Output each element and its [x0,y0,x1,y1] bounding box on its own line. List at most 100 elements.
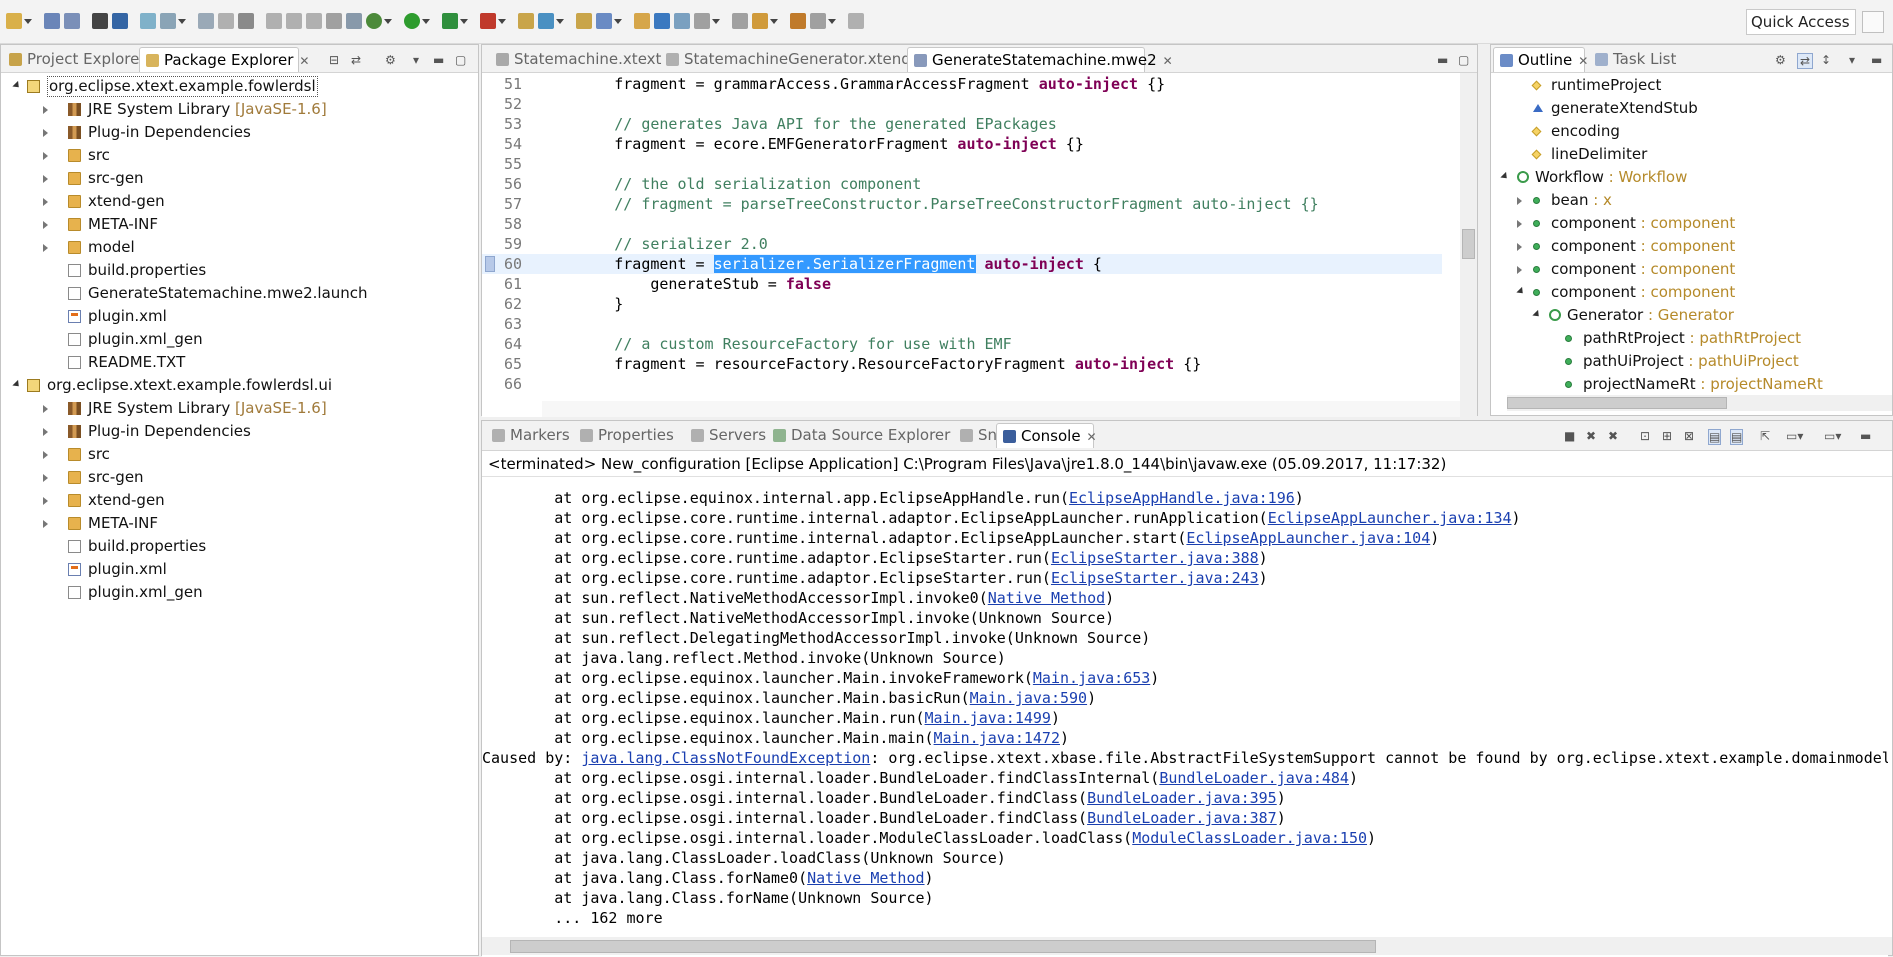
minimize-icon[interactable]: ▬ [1860,429,1871,443]
open-type-icon[interactable] [576,13,592,29]
tree-item[interactable]: JRE System Library [JavaSE-1.6] [1,98,471,121]
sort-alpha-icon[interactable]: ↕ [1821,53,1831,67]
outline-item[interactable]: encoding [1491,120,1891,143]
minimize-icon[interactable]: ▬ [433,53,444,67]
collapsed-twisty-icon[interactable] [43,474,48,482]
console-link[interactable]: BundleLoader.java:395 [1087,789,1277,807]
console-link[interactable]: EclipseStarter.java:243 [1051,569,1259,587]
collapsed-twisty-icon[interactable] [1517,266,1522,274]
perspective-icon[interactable] [1862,11,1884,33]
outline-item[interactable]: component : component [1491,281,1891,304]
tab-generate-statemachine[interactable]: GenerateStatemachine.mwe2 ✕ [907,47,1173,72]
close-icon[interactable]: ✕ [299,54,309,68]
collapsed-twisty-icon[interactable] [43,244,48,252]
link-icon[interactable]: ⇄ [1797,53,1814,69]
forward-icon[interactable] [810,13,826,29]
tab-task-list[interactable]: Task List [1589,47,1689,72]
console-link[interactable]: Main.java:1499 [925,709,1051,727]
console-link[interactable]: Main.java:653 [1033,669,1150,687]
word-wrap-icon[interactable]: ⊠ [1684,429,1694,443]
previous-annotation-icon[interactable] [732,13,748,29]
external-tools-icon[interactable] [480,13,496,29]
collapsed-twisty-icon[interactable] [43,428,48,436]
maximize-icon[interactable]: ▢ [455,53,466,67]
tree-item[interactable]: src [1,443,471,466]
search-icon[interactable] [634,13,650,29]
outline-item[interactable]: component : component [1491,258,1891,281]
outline-item[interactable]: Workflow : Workflow [1491,166,1891,189]
fold-marker-icon[interactable] [485,256,495,272]
view-menu-icon[interactable]: ⚙ [385,53,396,67]
save-all-icon[interactable] [64,13,80,29]
chevron-down-icon[interactable] [178,19,186,24]
maximize-icon[interactable]: ▢ [1458,53,1469,67]
tab-outline[interactable]: Outline ✕ [1493,47,1588,72]
tree-item[interactable]: src-gen [1,466,471,489]
expanded-twisty-icon[interactable] [1500,171,1510,182]
outline-item[interactable]: component : component [1491,212,1891,235]
collapsed-twisty-icon[interactable] [43,106,48,114]
new-java-project-icon[interactable] [518,13,534,29]
remove-all-icon[interactable]: ✖ [1608,429,1618,443]
pin-editor-icon[interactable] [848,13,864,29]
collapsed-twisty-icon[interactable] [43,129,48,137]
collapsed-twisty-icon[interactable] [43,152,48,160]
chevron-down-icon[interactable]: ▾ [1849,53,1855,67]
tab-data-source-explorer[interactable]: Data Source Explorer [767,423,952,448]
quick-access-input[interactable]: Quick Access [1746,9,1856,35]
outline-horizontal-scrollbar[interactable] [1507,395,1892,411]
debug-icon[interactable] [366,13,382,29]
console-link[interactable]: Main.java:590 [970,689,1087,707]
suspend-icon[interactable] [198,13,214,29]
tree-item[interactable]: JRE System Library [JavaSE-1.6] [1,397,471,420]
tree-item[interactable]: Plug-in Dependencies [1,420,471,443]
terminate-icon[interactable] [218,13,234,29]
collapsed-twisty-icon[interactable] [43,198,48,206]
coverage-icon[interactable] [442,13,458,29]
console-output[interactable]: at org.eclipse.equinox.internal.app.Ecli… [482,485,1888,957]
collapse-all-icon[interactable]: ⊟ [329,53,339,67]
remove-launch-icon[interactable]: ✖ [1586,429,1596,443]
outline-item[interactable]: Generator : Generator [1491,304,1891,327]
expanded-twisty-icon[interactable] [1532,309,1542,320]
tree-item[interactable]: org.eclipse.xtext.example.fowlerdsl [1,75,471,98]
tab-statemachine-xtext[interactable]: Statemachine.xtext [490,47,661,72]
console-link[interactable]: ModuleClassLoader.java:150 [1132,829,1367,847]
run-icon[interactable] [404,13,420,29]
globe-icon[interactable] [654,13,670,29]
editor-vertical-scrollbar[interactable] [1460,73,1477,417]
drop-to-frame-icon[interactable] [326,13,342,29]
console-link[interactable]: Main.java:1472 [934,729,1060,747]
tree-item[interactable]: src-gen [1,167,471,190]
collapsed-twisty-icon[interactable] [43,497,48,505]
tree-item[interactable]: org.eclipse.xtext.example.fowlerdsl.ui [1,374,471,397]
console-link[interactable]: Native Method [807,869,924,887]
chevron-down-icon[interactable] [556,19,564,24]
annotation-icon[interactable] [674,13,690,29]
terminate-icon[interactable]: ■ [1564,429,1575,443]
minimize-icon[interactable]: ▬ [1437,53,1448,67]
step-into-icon[interactable] [266,13,282,29]
terminal-icon[interactable] [112,13,128,29]
close-icon[interactable]: ✕ [1087,430,1097,444]
outline-item[interactable]: runtimeProject [1491,74,1891,97]
save-icon[interactable] [44,13,60,29]
console-link[interactable]: BundleLoader.java:387 [1087,809,1277,827]
step-over-icon[interactable] [286,13,302,29]
show-stdout-icon[interactable]: ▤ [1708,429,1722,445]
tree-item[interactable]: xtend-gen [1,489,471,512]
use-step-filters-icon[interactable] [346,13,362,29]
new-icon[interactable] [6,13,22,29]
tree-item[interactable]: build.properties [1,535,471,558]
tree-item[interactable]: xtend-gen [1,190,471,213]
tab-markers[interactable]: Markers [486,423,571,448]
chevron-down-icon[interactable] [770,19,778,24]
tree-item[interactable]: META-INF [1,213,471,236]
tab-project-explorer[interactable]: Project Explorer [3,47,146,72]
tab-servers[interactable]: Servers [685,423,766,448]
collapsed-twisty-icon[interactable] [43,221,48,229]
collapsed-twisty-icon[interactable] [43,520,48,528]
new-class-icon[interactable] [538,13,554,29]
back-icon[interactable] [790,13,806,29]
expanded-twisty-icon[interactable] [1516,286,1526,297]
